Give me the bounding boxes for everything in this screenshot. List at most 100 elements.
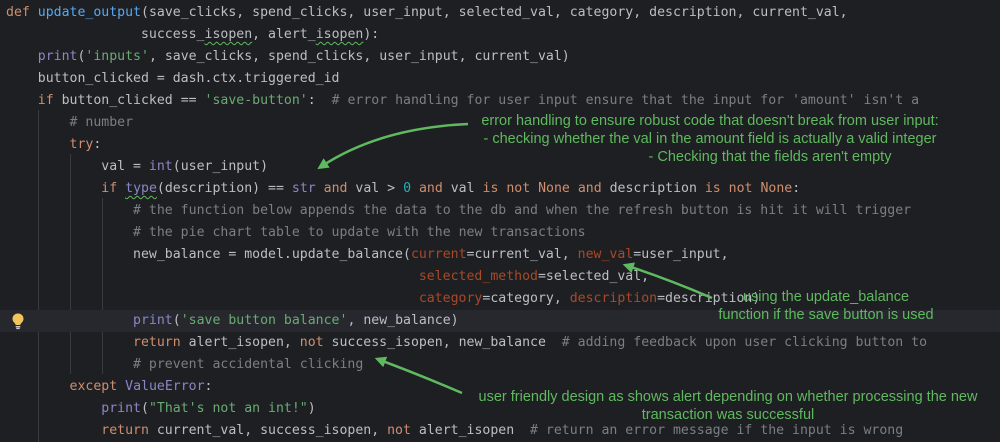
code-editor[interactable]: def update_output(save_clicks, spend_cli… — [0, 0, 1000, 442]
code-line[interactable]: # prevent accidental clicking — [0, 354, 1000, 376]
code-comment: # the function below appends the data to… — [133, 203, 912, 218]
code-line[interactable]: try: — [0, 134, 1000, 156]
code-line[interactable]: # the function below appends the data to… — [0, 200, 1000, 222]
named-param: selected_method — [418, 269, 538, 284]
string-literal: "That's not an int!" — [148, 401, 308, 416]
keyword-none: None — [760, 181, 793, 196]
builtin-print: print — [133, 313, 173, 328]
code-line[interactable]: success_isopen, alert_isopen): — [0, 24, 1000, 46]
code-text: (user_input) — [172, 159, 269, 174]
builtin-type: type — [125, 181, 157, 196]
code-line[interactable]: def update_output(save_clicks, spend_cli… — [0, 2, 1000, 24]
code-comment: # number — [69, 115, 134, 130]
code-line[interactable]: button_clicked = dash.ctx.triggered_id — [0, 68, 1000, 90]
code-line-current[interactable]: print('save button balance', new_balance… — [0, 310, 1000, 332]
number-literal: 0 — [403, 181, 412, 196]
code-line[interactable]: return current_val, success_isopen, not … — [0, 420, 1000, 442]
param-text: success_ — [140, 27, 205, 42]
keyword-if: if — [37, 93, 54, 108]
keyword-return: return — [133, 335, 181, 350]
builtin-print: print — [101, 401, 141, 416]
keyword-not: not — [387, 423, 411, 438]
exception-class: ValueError — [125, 379, 205, 394]
string-literal: 'save button balance' — [180, 313, 348, 328]
code-text: val = — [101, 159, 149, 174]
keyword-is-not: is not — [704, 181, 753, 196]
punctuation: : — [204, 379, 213, 394]
code-line[interactable]: print("That's not an int!") — [0, 398, 1000, 420]
punctuation: : — [307, 93, 332, 108]
code-line[interactable]: if type(description) == str and val > 0 … — [0, 178, 1000, 200]
keyword-if: if — [101, 181, 118, 196]
keyword-and: and — [577, 181, 602, 196]
keyword-is-not: is not — [482, 181, 531, 196]
code-comment: # return an error message if the input i… — [530, 423, 904, 438]
keyword-and: and — [418, 181, 443, 196]
code-line[interactable]: return alert_isopen, not success_isopen,… — [0, 332, 1000, 354]
code-line[interactable]: val = int(user_input) — [0, 156, 1000, 178]
code-line[interactable]: print('inputs', save_clicks, spend_click… — [0, 46, 1000, 68]
keyword-and: and — [323, 181, 348, 196]
code-text: , new_balance) — [347, 313, 459, 328]
punctuation: : — [93, 137, 102, 152]
code-line[interactable]: selected_method=selected_val, — [0, 266, 1000, 288]
keyword-not: not — [299, 335, 324, 350]
code-line[interactable]: except ValueError: — [0, 376, 1000, 398]
keyword-try: try — [69, 137, 94, 152]
code-comment: # the pie chart table to update with the… — [133, 225, 586, 240]
builtin-print: print — [37, 49, 78, 64]
keyword-except: except — [69, 379, 118, 394]
function-name: update_output — [37, 5, 141, 20]
builtin-int: int — [148, 159, 173, 174]
lightbulb-icon[interactable] — [10, 312, 26, 330]
code-comment: # error handling for user input ensure t… — [331, 93, 920, 108]
code-line[interactable]: if button_clicked == 'save-button': # er… — [0, 90, 1000, 112]
code-line[interactable]: category=category, description=descripti… — [0, 288, 1000, 310]
code-text: =selected_val, — [537, 269, 650, 284]
string-literal: 'inputs' — [85, 49, 149, 64]
keyword-def: def — [6, 5, 30, 20]
code-comment: # adding feedback upon user clicking but… — [561, 335, 928, 350]
named-param: current — [410, 247, 467, 262]
code-text: button_clicked = dash.ctx.triggered_id — [6, 71, 340, 86]
code-text: =current_val, — [466, 247, 578, 262]
code-text: =category, — [482, 291, 570, 306]
code-line[interactable]: # the pie chart table to update with the… — [0, 222, 1000, 244]
string-literal: 'save-button' — [204, 93, 308, 108]
keyword-none: None — [538, 181, 570, 196]
code-text: =user_input, — [633, 247, 729, 262]
code-line[interactable]: new_balance = model.update_balance(curre… — [0, 244, 1000, 266]
keyword-return: return — [101, 423, 149, 438]
code-text: (description) == — [156, 181, 292, 196]
code-text: alert_isopen, — [180, 335, 300, 350]
code-text: val — [442, 181, 483, 196]
punctuation: ( — [140, 401, 149, 416]
punctuation: ( — [172, 313, 181, 328]
code-line[interactable]: # number — [0, 112, 1000, 134]
named-param: description — [569, 291, 658, 306]
typo-underlined-text: isopen — [204, 27, 253, 42]
code-text: success_isopen, new_balance — [323, 335, 562, 350]
code-text: description — [601, 181, 705, 196]
punctuation: : — [792, 181, 801, 196]
typo-underlined-text: isopen — [315, 27, 364, 42]
